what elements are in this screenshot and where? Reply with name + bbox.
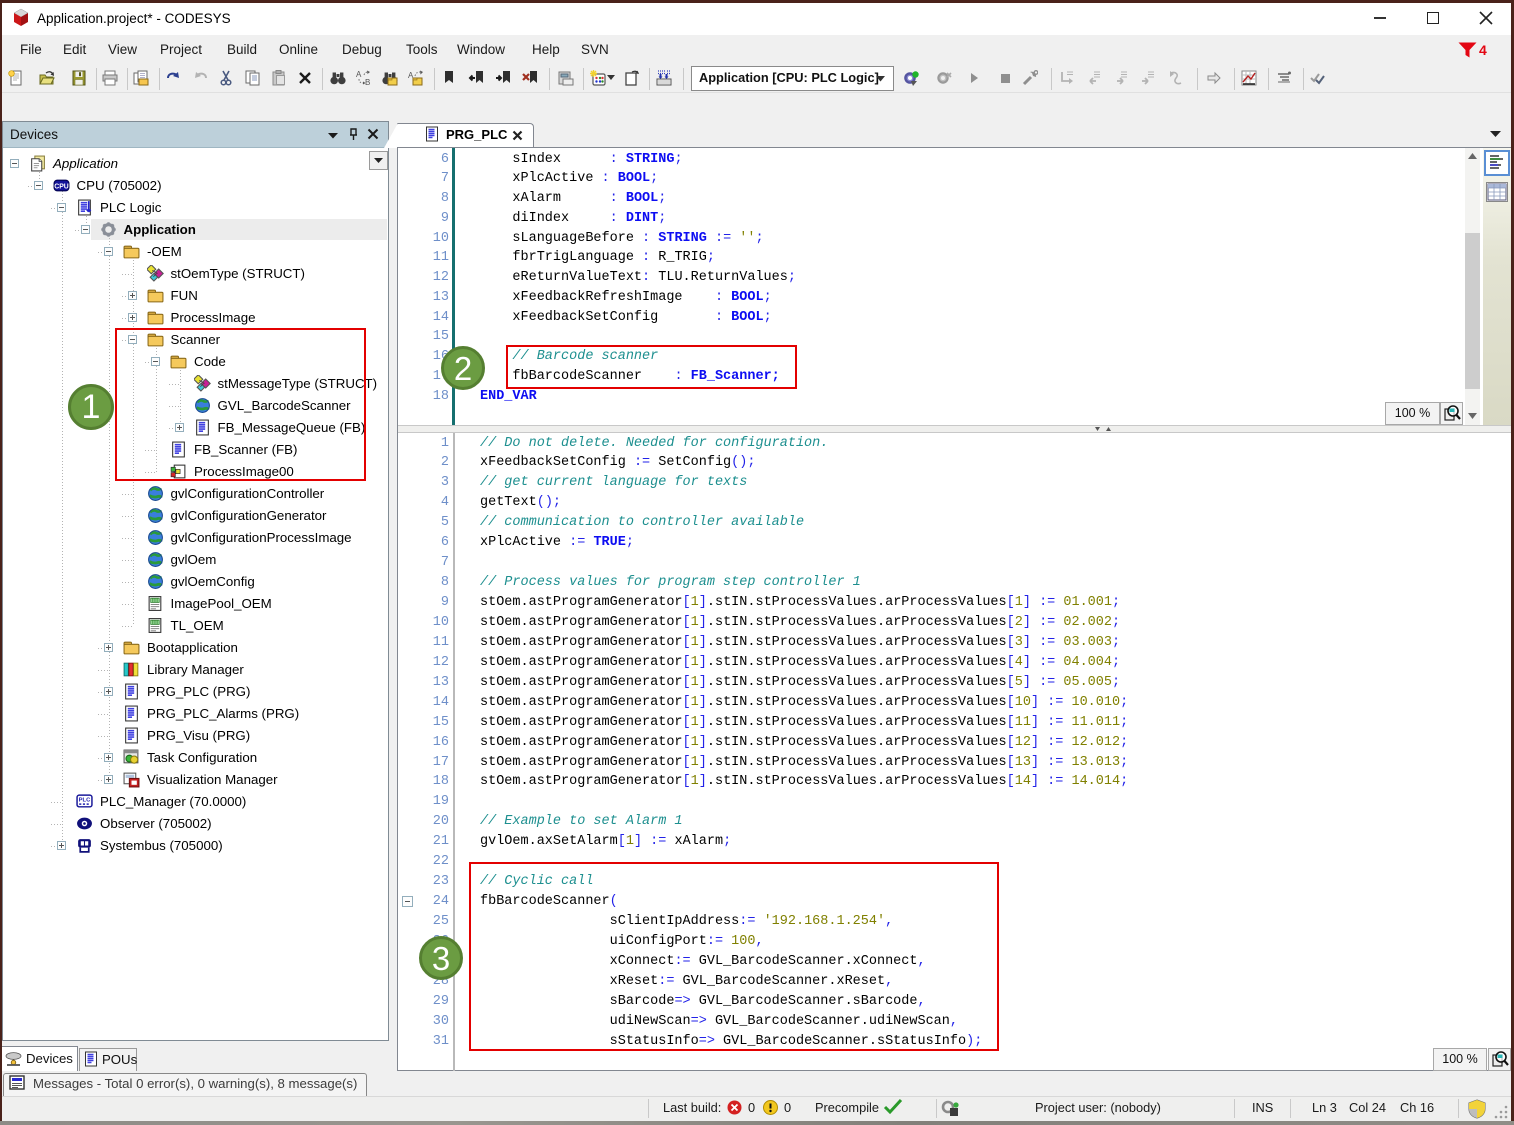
svg-text:CPU: CPU [54,184,69,191]
svg-text:A: A [356,70,362,79]
svg-text:PLC: PLC [79,798,91,804]
svg-text:B: B [365,78,370,86]
